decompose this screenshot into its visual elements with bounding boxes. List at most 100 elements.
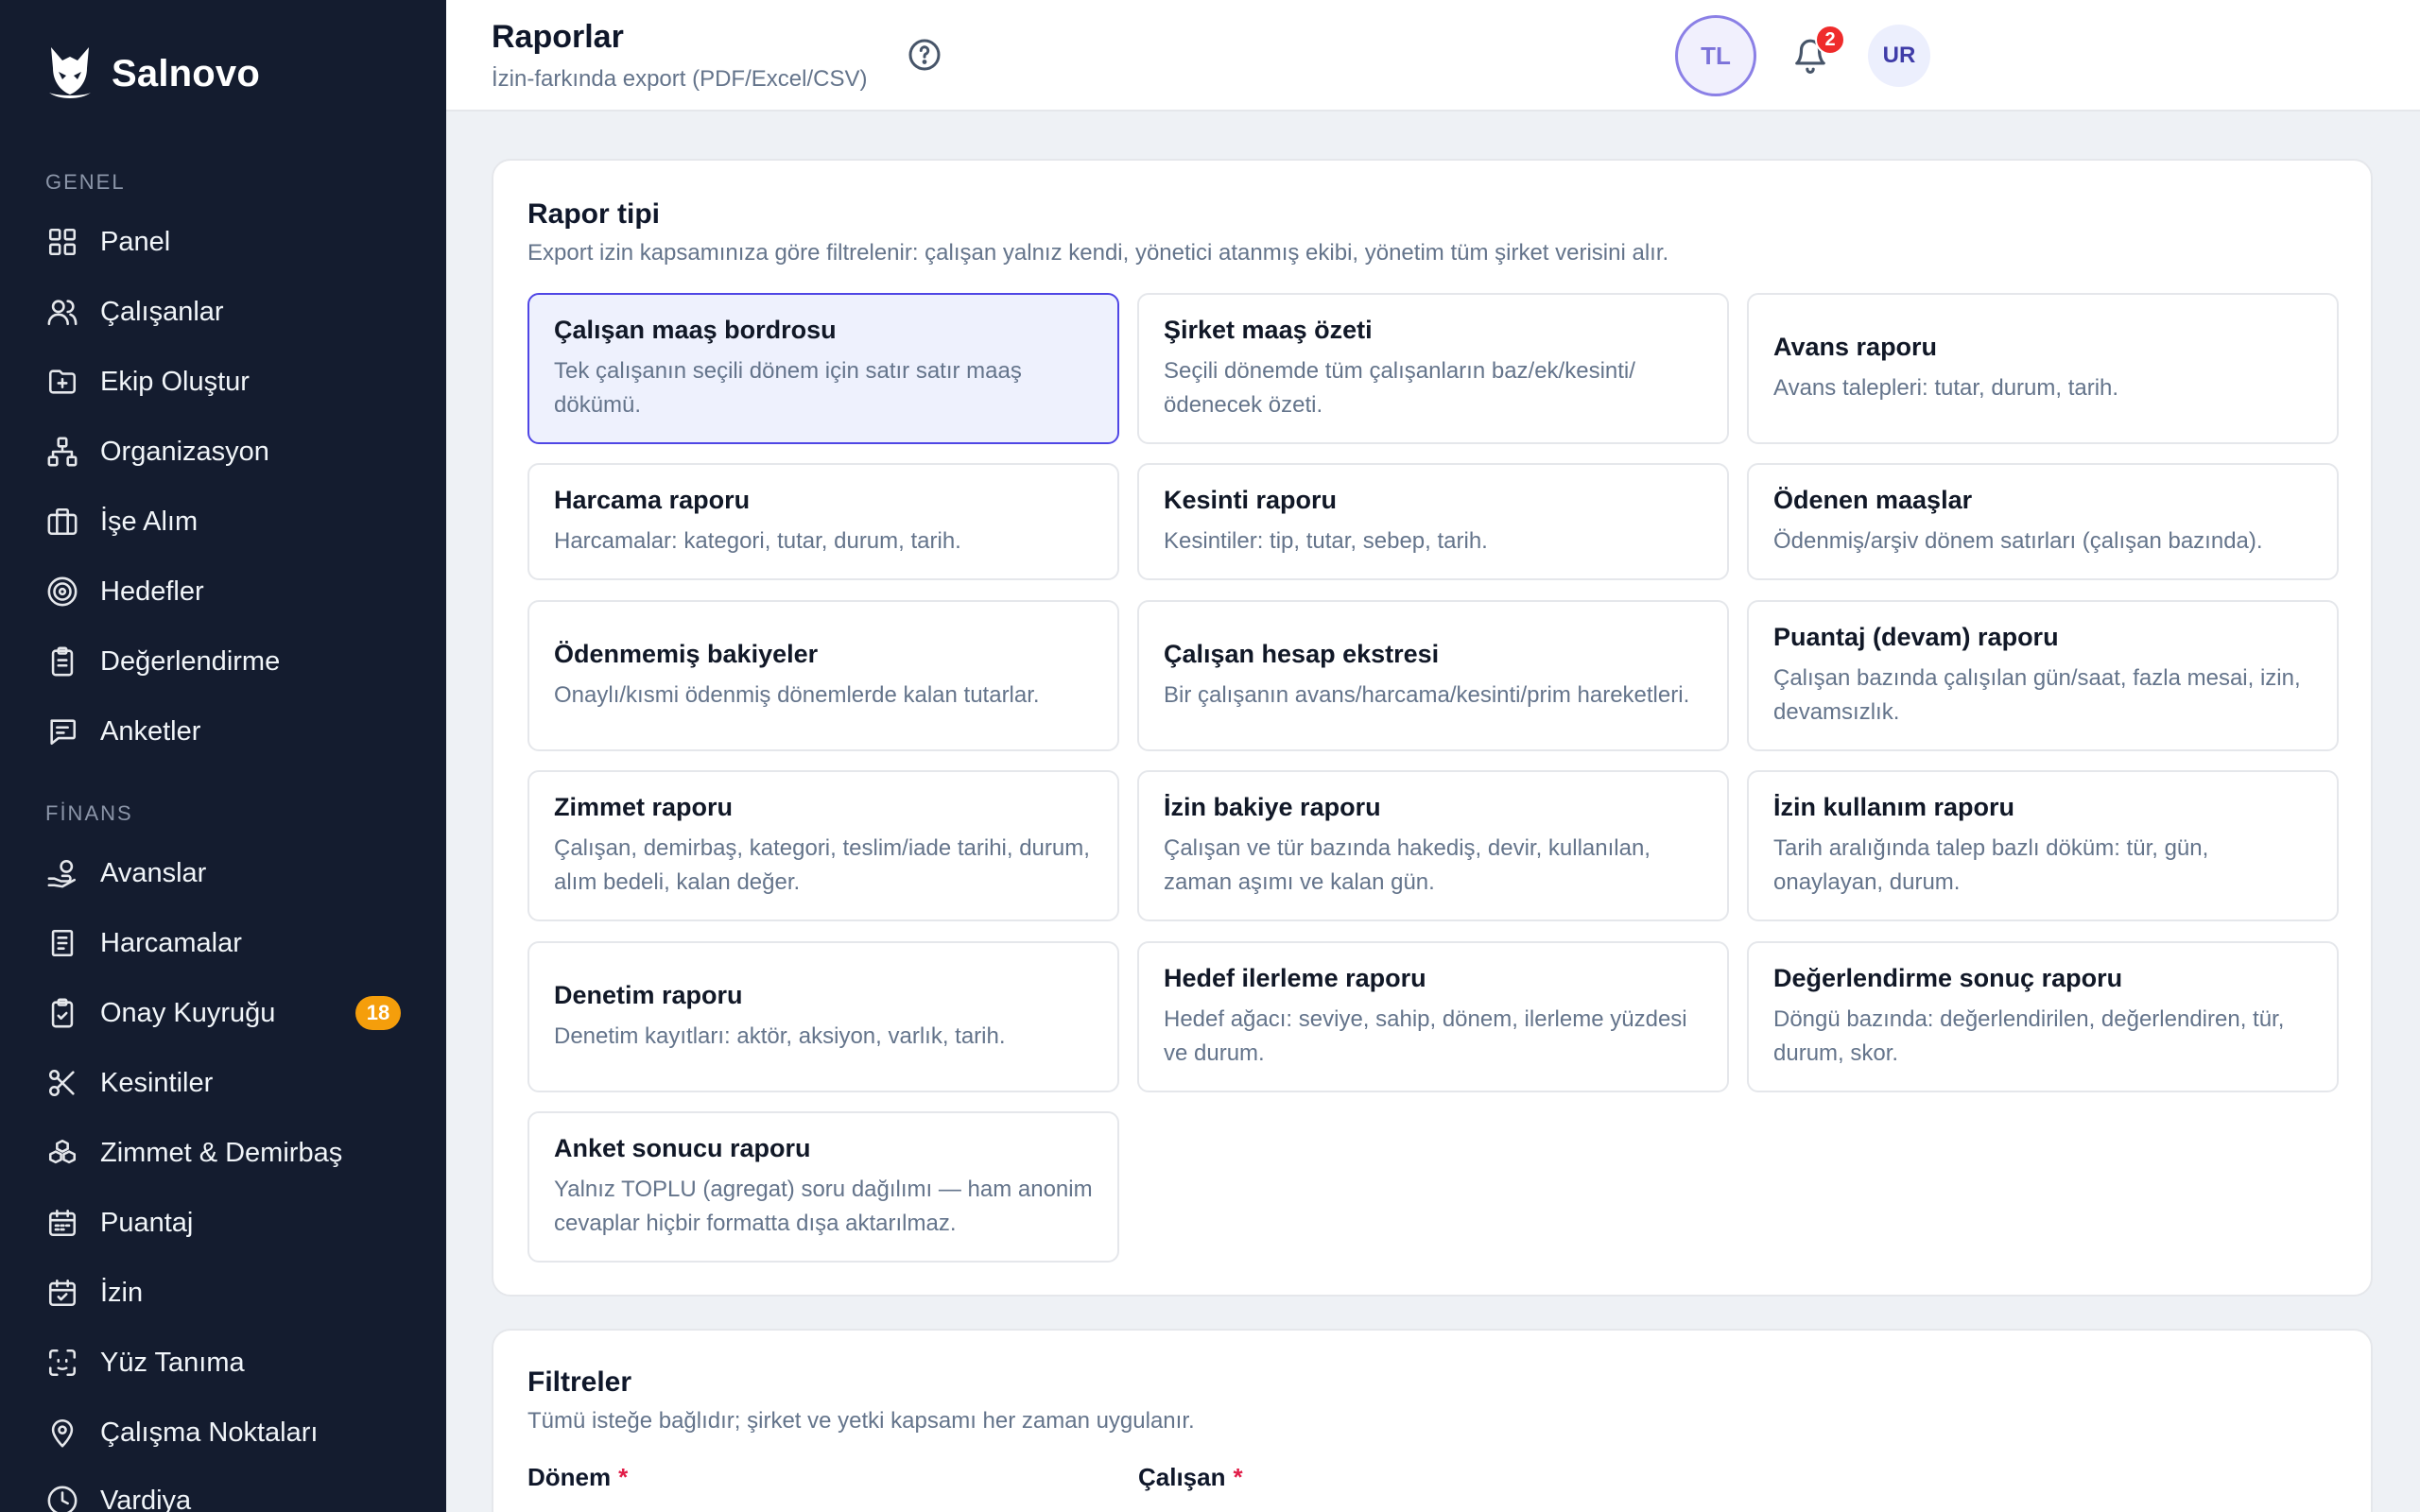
sidebar-item-onay-kuyrugu[interactable]: Onay Kuyruğu 18 xyxy=(45,987,401,1040)
report-card[interactable]: Çalışan maaş bordrosu Tek çalışanın seçil… xyxy=(527,293,1119,444)
top-header: Raporlar İzin-farkında export (PDF/Excel… xyxy=(446,0,2420,112)
report-card-description: Döngü bazında: değerlendirilen, değerlen… xyxy=(1773,1005,2285,1066)
sidebar-item-yuz-tanima[interactable]: Yüz Tanıma xyxy=(45,1336,401,1389)
user-avatar[interactable]: UR xyxy=(1868,25,1930,87)
report-card[interactable]: Puantaj (devam) raporu Çalışan bazında ça… xyxy=(1747,600,2339,751)
grid-icon xyxy=(45,225,79,259)
sidebar-item-label: Harcamalar xyxy=(100,927,242,958)
calendar-icon xyxy=(45,1206,79,1240)
message-icon xyxy=(45,714,79,748)
report-card-title: Kesinti raporu xyxy=(1164,485,1338,514)
report-card-title: Zimmet raporu xyxy=(554,792,734,821)
report-card-description: Onaylı/kısmi ödenmiş dönemlerde kalan tu… xyxy=(554,681,1040,708)
section-label-genel: GENEL xyxy=(45,170,126,194)
sidebar-item-label: Anketler xyxy=(100,715,201,747)
sidebar-item-anketler[interactable]: Anketler xyxy=(45,705,401,758)
sidebar-item-puantaj[interactable]: Puantaj xyxy=(45,1196,401,1249)
brand[interactable]: Salnovo xyxy=(45,43,260,105)
sidebar-item-kesintiler[interactable]: Kesintiler xyxy=(45,1057,401,1109)
sidebar-item-vardiya[interactable]: Vardiya xyxy=(45,1474,401,1512)
sidebar-item-calisma-noktalari[interactable]: Çalışma Noktaları xyxy=(45,1406,401,1459)
report-card-description: Çalışan, demirbaş, kategori, teslim/iade… xyxy=(554,834,1090,895)
report-card-title: Çalışan maaş bordrosu xyxy=(554,315,837,344)
report-card[interactable]: Şirket maaş özeti Seçili dönemde tüm çalı… xyxy=(1137,293,1729,444)
sidebar-item-organizasyon[interactable]: Organizasyon xyxy=(45,425,401,478)
sidebar-item-label: Vardiya xyxy=(100,1485,192,1512)
report-card[interactable]: Harcama raporu Harcamalar: kategori, tuta… xyxy=(527,463,1119,580)
calendar-check-icon xyxy=(45,1276,79,1310)
report-card-title: İzin bakiye raporu xyxy=(1164,792,1381,821)
sidebar-item-degerlendirme[interactable]: Değerlendirme xyxy=(45,635,401,688)
sidebar-item-hedefler[interactable]: Hedefler xyxy=(45,565,401,618)
sidebar-item-harcamalar[interactable]: Harcamalar xyxy=(45,917,401,970)
sidebar-item-label: Değerlendirme xyxy=(100,645,281,677)
sidebar-item-calisanlar[interactable]: Çalışanlar xyxy=(45,285,401,338)
hand-coins-icon xyxy=(45,856,79,890)
sidebar-item-label: Puantaj xyxy=(100,1207,194,1238)
folder-plus-icon xyxy=(45,365,79,399)
required-mark: * xyxy=(1233,1463,1243,1491)
clipboard-check-icon xyxy=(45,996,79,1030)
target-icon xyxy=(45,575,79,609)
report-card-description: Kesintiler: tip, tutar, sebep, tarih. xyxy=(1164,527,1488,554)
report-card-description: Ödenmiş/arşiv dönem satırları (çalışan b… xyxy=(1773,527,2263,554)
sidebar-item-label: Panel xyxy=(100,226,171,257)
sidebar-item-label: İşe Alım xyxy=(100,506,199,537)
report-card-title: Hedef ilerleme raporu xyxy=(1164,963,1426,992)
report-card-description: Yalnız TOPLU (agregat) soru dağılımı — h… xyxy=(554,1176,1093,1236)
report-card[interactable]: İzin bakiye raporu Çalışan ve tür bazında… xyxy=(1137,770,1729,921)
notification-badge: 2 xyxy=(1815,25,1845,55)
sidebar-item-ise-alim[interactable]: İşe Alım xyxy=(45,495,401,548)
sidebar-item-avanslar[interactable]: Avanslar xyxy=(45,847,401,900)
clipboard-icon xyxy=(45,644,79,679)
report-card[interactable]: Hedef ilerleme raporu Hedef ağacı: seviye… xyxy=(1137,941,1729,1092)
sidebar-item-label: Yüz Tanıma xyxy=(100,1347,245,1378)
org-chart-icon xyxy=(45,435,79,469)
sidebar-item-zimmet-demirbas[interactable]: Zimmet & Demirbaş xyxy=(45,1126,401,1179)
report-card[interactable]: Zimmet raporu Çalışan, demirbaş, kategori… xyxy=(527,770,1119,921)
report-card-title: Avans raporu xyxy=(1773,332,1938,361)
report-card-title: Anket sonucu raporu xyxy=(554,1133,811,1162)
report-card-title: Çalışan hesap ekstresi xyxy=(1164,639,1440,668)
report-card-title: Ödenen maaşlar xyxy=(1773,485,1973,514)
brand-name: Salnovo xyxy=(112,53,260,94)
report-card[interactable]: Avans raporu Avans talepleri: tutar, duru… xyxy=(1747,293,2339,444)
report-card[interactable]: Değerlendirme sonuç raporu Döngü bazında:… xyxy=(1747,941,2339,1092)
sidebar-item-label: Kesintiler xyxy=(100,1067,214,1098)
report-card-description: Tek çalışanın seçili dönem için satır sa… xyxy=(554,357,1022,418)
sidebar-item-label: Onay Kuyruğu xyxy=(100,997,276,1028)
boxes-icon xyxy=(45,1136,79,1170)
report-card[interactable]: Anket sonucu raporu Yalnız TOPLU (agregat… xyxy=(527,1111,1119,1263)
report-card[interactable]: İzin kullanım raporu Tarih aralığında tal… xyxy=(1747,770,2339,921)
report-type-panel: Rapor tipi Export izin kapsamınıza göre … xyxy=(492,159,2373,1297)
employee-label-text: Çalışan xyxy=(1138,1463,1226,1491)
report-card[interactable]: Kesinti raporu Kesintiler: tip, tutar, se… xyxy=(1137,463,1729,580)
report-card[interactable]: Çalışan hesap ekstresi Bir çalışanın avan… xyxy=(1137,600,1729,751)
report-card-description: Tarih aralığında talep bazlı döküm: tür,… xyxy=(1773,834,2209,895)
help-icon[interactable] xyxy=(908,38,942,72)
report-card[interactable]: Denetim raporu Denetim kayıtları: aktör, … xyxy=(527,941,1119,1092)
sidebar-item-panel[interactable]: Panel xyxy=(45,215,401,268)
approval-count-badge: 18 xyxy=(355,996,401,1030)
sidebar-item-label: Çalışma Noktaları xyxy=(100,1417,319,1448)
briefcase-icon xyxy=(45,505,79,539)
page-title: Raporlar xyxy=(492,19,624,55)
filters-panel: Filtreler Tümü isteğe bağlıdır; şirket v… xyxy=(492,1329,2373,1512)
report-card[interactable]: Ödenmemiş bakiyeler Onaylı/kısmi ödenmiş … xyxy=(527,600,1119,751)
sidebar-item-label: Ekip Oluştur xyxy=(100,366,250,397)
receipt-icon xyxy=(45,926,79,960)
report-card-title: Denetim raporu xyxy=(554,980,743,1009)
sidebar-item-ekip-olustur[interactable]: Ekip Oluştur xyxy=(45,355,401,408)
face-scan-icon xyxy=(45,1346,79,1380)
tenant-avatar[interactable]: TL xyxy=(1675,15,1756,96)
report-card-title: Ödenmemiş bakiyeler xyxy=(554,639,819,668)
report-card-title: Şirket maaş özeti xyxy=(1164,315,1373,344)
page-subtitle: İzin-farkında export (PDF/Excel/CSV) xyxy=(492,66,868,92)
sidebar-item-label: Organizasyon xyxy=(100,436,269,467)
sidebar-item-izin[interactable]: İzin xyxy=(45,1266,401,1319)
report-card[interactable]: Ödenen maaşlar Ödenmiş/arşiv dönem satırl… xyxy=(1747,463,2339,580)
required-mark: * xyxy=(618,1463,629,1491)
sidebar-item-label: Zimmet & Demirbaş xyxy=(100,1137,343,1168)
employee-field-label: Çalışan * xyxy=(1138,1463,1243,1492)
report-card-description: Bir çalışanın avans/harcama/kesinti/prim… xyxy=(1164,681,1690,708)
